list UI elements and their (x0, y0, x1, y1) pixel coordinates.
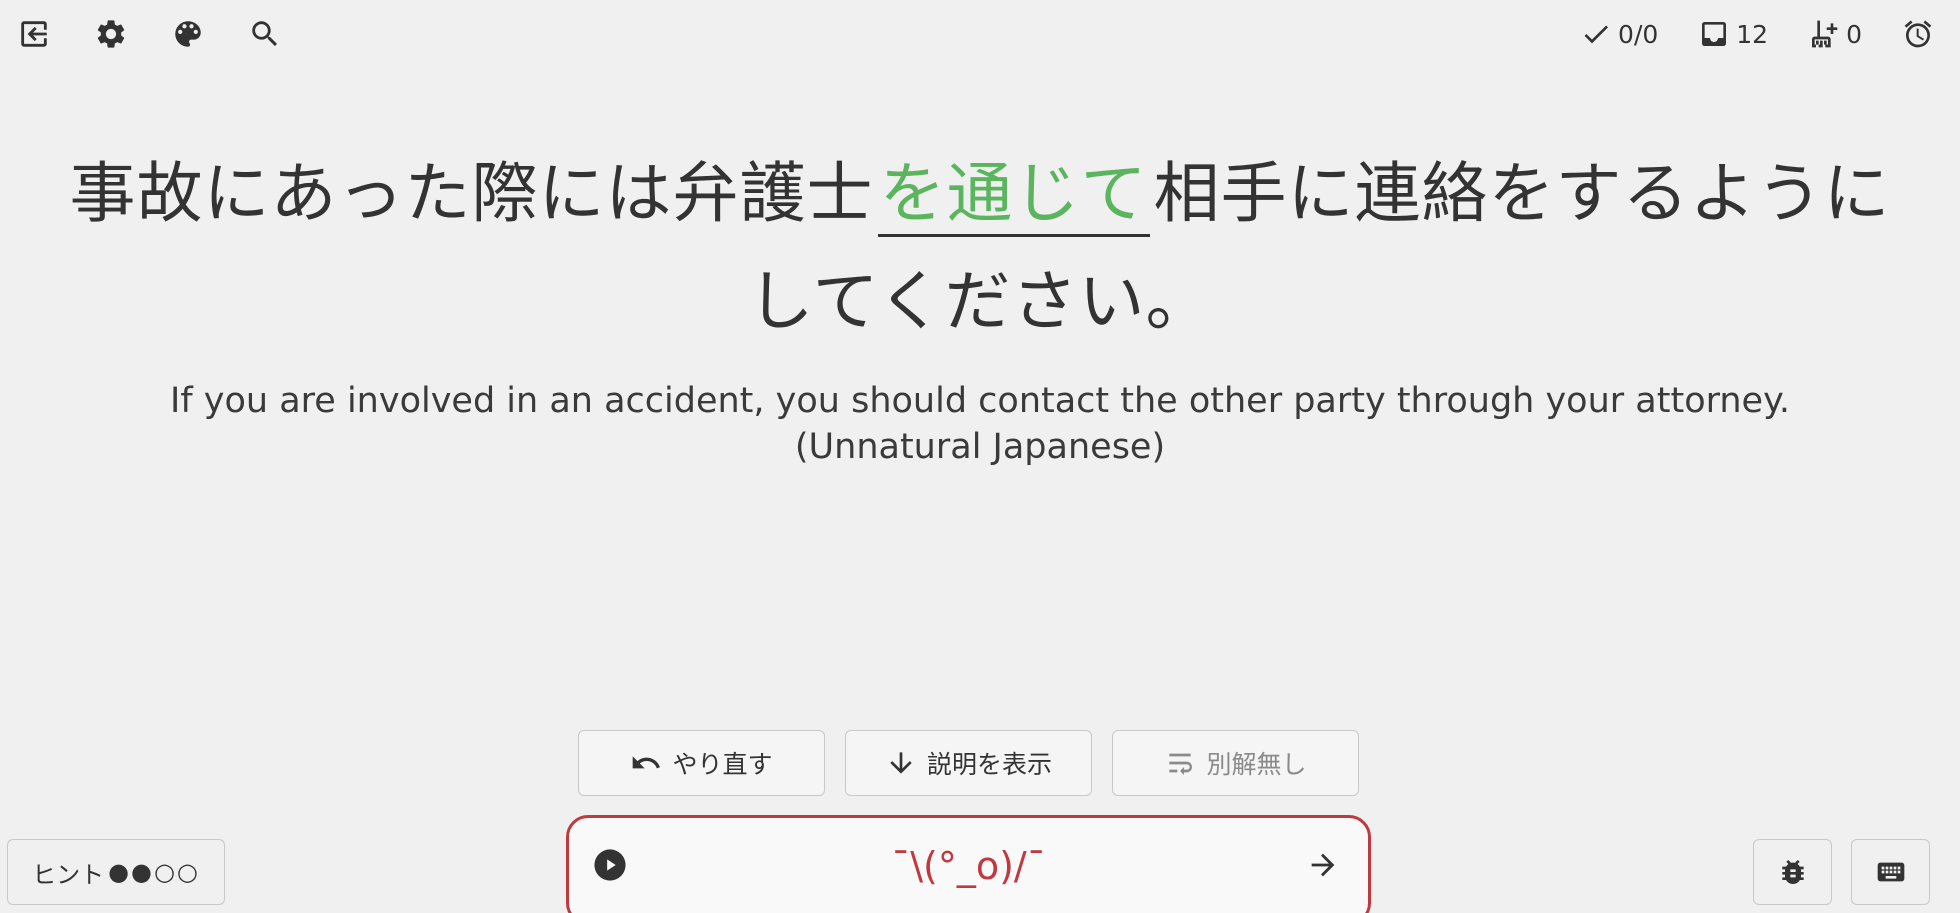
undo-button[interactable]: やり直す (578, 730, 825, 796)
cleanup-count: 0 (1846, 19, 1862, 49)
alarm-clock-icon[interactable] (1902, 18, 1934, 50)
keyboard-icon (1877, 862, 1904, 882)
show-explanation-label: 説明を表示 (926, 750, 1052, 779)
stats-bar: 0/0 12 0 (1580, 18, 1934, 50)
inbox-icon (1702, 22, 1727, 46)
palette-icon[interactable] (170, 16, 206, 52)
hint-label: ヒント (32, 860, 105, 889)
alternative-answer-label: 別解無し (1206, 750, 1307, 779)
answer-input[interactable]: ¯\(°_o)/¯ (566, 815, 1371, 913)
sentence-target-grammar: を通じて (877, 155, 1150, 237)
search-icon[interactable] (247, 16, 283, 52)
gear-icon[interactable] (93, 16, 129, 52)
sentence-before: 事故にあった際には弁護士 (69, 155, 874, 232)
hint-button[interactable]: ヒント ●●○○ (7, 839, 225, 905)
check-icon (1584, 25, 1609, 44)
english-translation: If you are involved in an accident, you … (170, 381, 1790, 467)
arrow-down-icon (890, 752, 912, 774)
reviewed-count: 0/0 (1618, 19, 1659, 49)
review-page: 0/0 12 0 事故にあった際には弁護士を通じて相手に連絡をするようにしてくだ… (0, 0, 1960, 913)
bug-icon (1781, 860, 1804, 884)
hint-level-dots: ●●○○ (108, 858, 200, 886)
report-bug-button[interactable] (1753, 839, 1832, 905)
reviewed-stat: 0/0 (1580, 18, 1658, 50)
action-buttons: やり直す 説明を表示 別解無し (578, 730, 1359, 796)
japanese-sentence: 事故にあった際には弁護士を通じて相手に連絡をするようにしてください。 (40, 140, 1920, 356)
top-toolbar (16, 16, 283, 52)
undo-icon (633, 756, 661, 769)
wrap-text-icon (1169, 753, 1193, 775)
undo-label: やり直す (672, 750, 773, 779)
cleanup-stat: 0 (1808, 18, 1862, 50)
alternative-answer-button[interactable]: 別解無し (1112, 730, 1359, 796)
keyboard-button[interactable] (1851, 839, 1930, 905)
submit-arrow-icon[interactable] (1306, 848, 1340, 882)
answer-value: ¯\(°_o)/¯ (891, 844, 1046, 888)
broom-icon (1812, 20, 1838, 48)
inbox-stat: 12 (1698, 18, 1768, 50)
exit-icon[interactable] (16, 16, 52, 52)
inbox-count: 12 (1736, 19, 1769, 49)
show-explanation-button[interactable]: 説明を表示 (845, 730, 1092, 796)
